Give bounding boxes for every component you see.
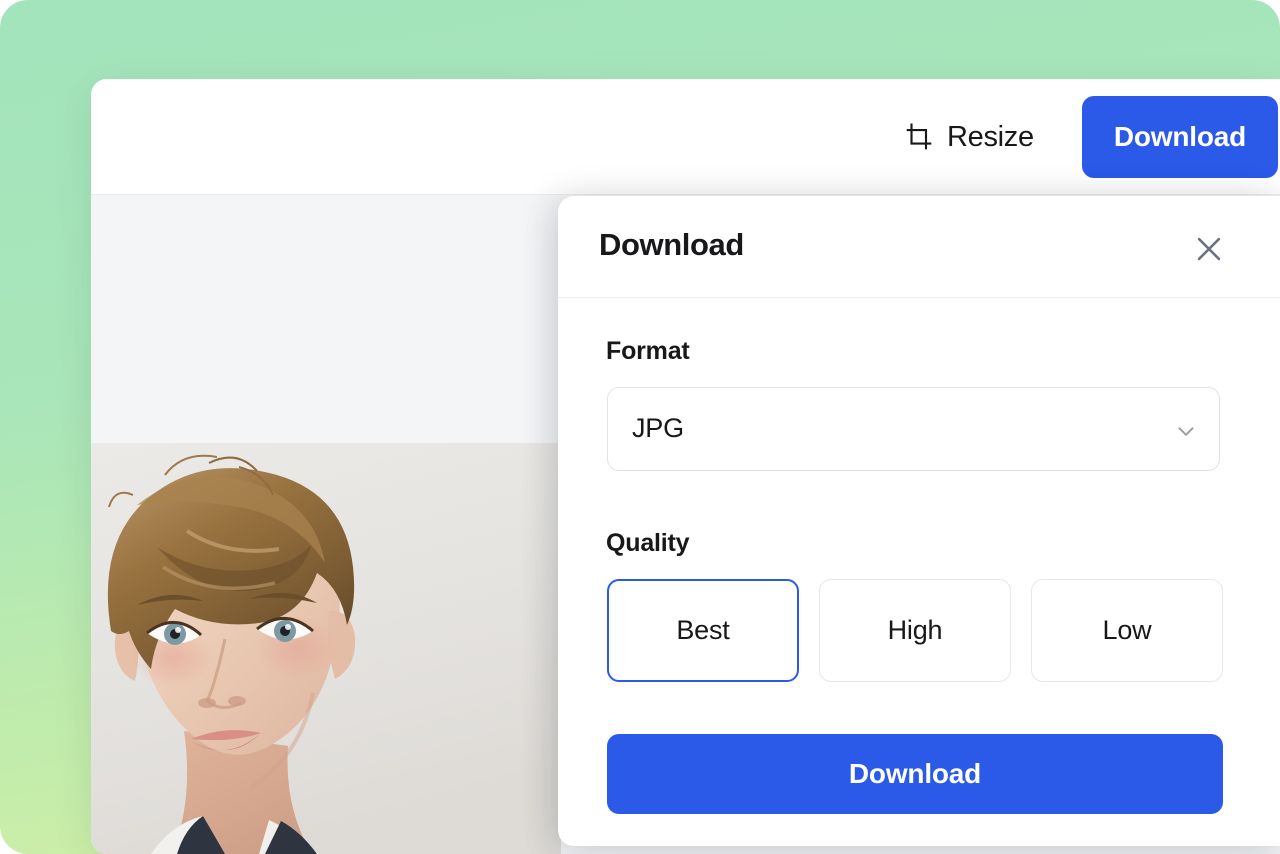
crop-icon [904, 122, 934, 152]
portrait-photo [91, 443, 561, 854]
modal-title: Download [599, 227, 744, 262]
format-select[interactable]: JPG [607, 387, 1220, 471]
toolbar-actions: Resize Download [902, 79, 1278, 195]
app-toolbar: Resize Download [91, 79, 1280, 195]
toolbar-download-button[interactable]: Download [1081, 96, 1278, 178]
format-select-value: JPG [632, 413, 684, 443]
chevron-down-icon [1173, 418, 1199, 444]
format-label: Format [606, 337, 690, 365]
screenshot-root: Resize Download Download Format JPG Qual… [0, 0, 1280, 854]
download-modal: Download Format JPG Quality Best High Lo… [558, 196, 1280, 846]
modal-download-button[interactable]: Download [607, 734, 1223, 814]
quality-option-high[interactable]: High [819, 579, 1011, 682]
quality-label: Quality [606, 529, 690, 557]
quality-option-best[interactable]: Best [607, 579, 799, 682]
quality-options: Best High Low [607, 579, 1223, 682]
modal-header: Download [558, 196, 1280, 298]
quality-option-low[interactable]: Low [1031, 579, 1223, 682]
resize-label: Resize [946, 120, 1034, 153]
close-icon[interactable] [1192, 232, 1226, 266]
resize-button[interactable]: Resize [902, 118, 1036, 156]
